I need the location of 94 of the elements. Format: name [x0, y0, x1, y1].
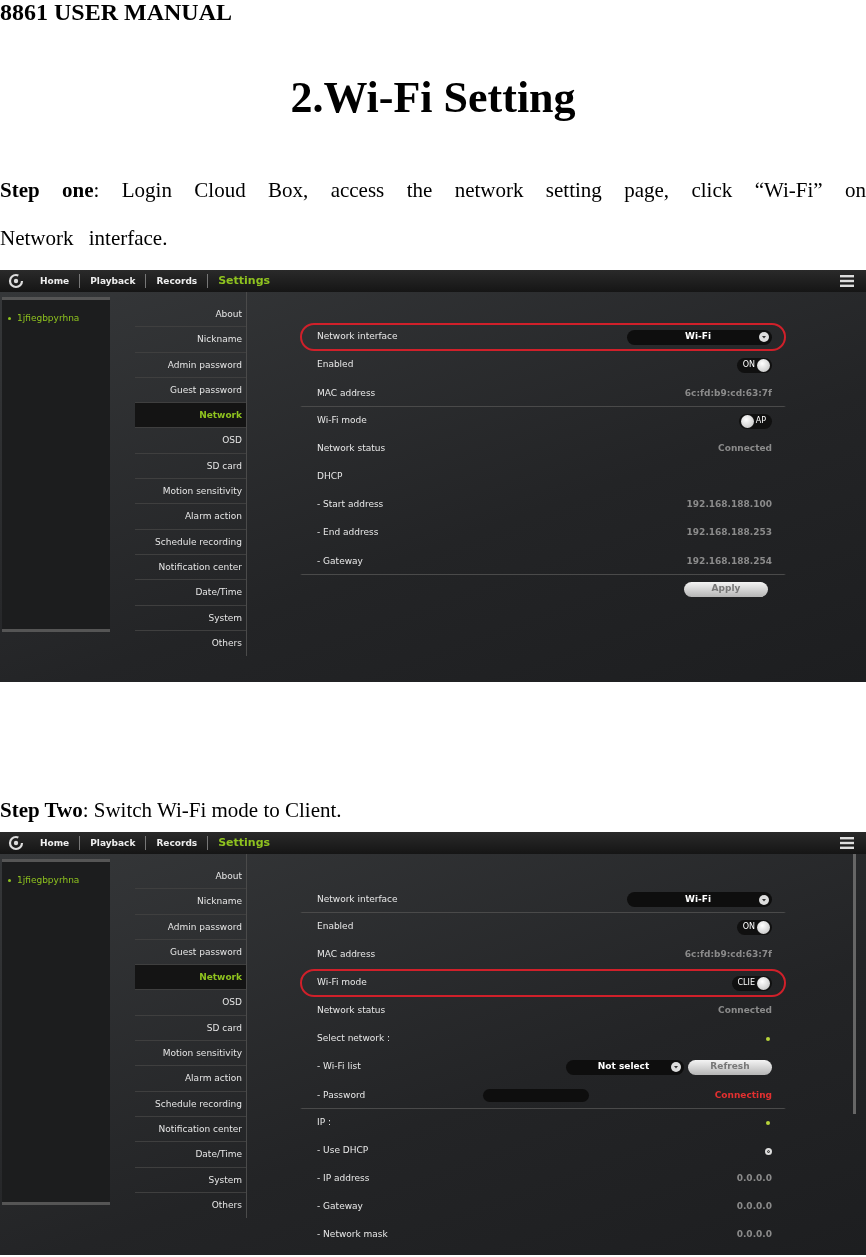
- settings-menu-item[interactable]: Others: [135, 630, 246, 657]
- caret-icon: [671, 1062, 681, 1072]
- settings-menu-item[interactable]: Nickname: [135, 327, 246, 353]
- device-name[interactable]: 1jfiegbpyrhna: [17, 312, 80, 326]
- setting-value: 0.0.0.0: [736, 1172, 772, 1186]
- setting-value: 192.168.188.254: [686, 554, 772, 568]
- nav-tab[interactable]: Settings: [208, 274, 281, 288]
- settings-menu-item[interactable]: Notification center: [135, 554, 246, 581]
- nav-tab[interactable]: Playback: [80, 836, 147, 850]
- setting-label: Wi-Fi mode: [317, 976, 367, 990]
- setting-value: 192.168.188.100: [686, 498, 772, 512]
- settings-menu-item[interactable]: Schedule recording: [135, 1091, 246, 1117]
- settings-menu-item[interactable]: Alarm action: [135, 504, 246, 530]
- setting-value: 6c:fd:b9:cd:63:7f: [684, 386, 772, 400]
- page-title: 2.Wi-Fi Setting: [289, 72, 577, 124]
- setting-label: - Gateway: [317, 554, 363, 568]
- settings-menu-item[interactable]: OSD: [135, 428, 246, 454]
- settings-menu-item[interactable]: Schedule recording: [135, 529, 246, 555]
- setting-label: - Wi-Fi list: [317, 1060, 361, 1074]
- menu-icon[interactable]: [840, 837, 854, 849]
- setting-label: DHCP: [317, 470, 343, 484]
- settings-menu-item[interactable]: Network: [135, 403, 246, 429]
- dropdown[interactable]: Not select: [566, 1059, 684, 1075]
- settings-menu-item[interactable]: Network: [135, 965, 246, 991]
- radio-button[interactable]: [765, 1147, 772, 1155]
- nav-tab[interactable]: Home: [30, 836, 81, 850]
- settings-menu-item[interactable]: SD card: [135, 1015, 246, 1042]
- setting-label: Enabled: [317, 358, 354, 372]
- connection-status: Connecting: [714, 1088, 772, 1102]
- status-dot: [766, 1121, 770, 1125]
- settings-menu-item[interactable]: Date/Time: [135, 580, 246, 606]
- setting-value: Connected: [718, 442, 772, 456]
- settings-menu-item[interactable]: Alarm action: [135, 1066, 246, 1092]
- status-dot: [8, 317, 11, 321]
- step-instruction: Step Two: Switch Wi-Fi mode to Client.: [0, 798, 343, 822]
- setting-label: Select network :: [317, 1032, 391, 1046]
- status-dot: [8, 879, 11, 883]
- logo-icon: [8, 835, 24, 851]
- setting-label: - Password: [317, 1088, 366, 1102]
- logo-icon: [8, 273, 24, 289]
- dropdown[interactable]: Wi-Fi: [627, 329, 772, 345]
- setting-label: - Start address: [317, 498, 384, 512]
- setting-label: - Gateway: [317, 1200, 363, 1214]
- caret-icon: [759, 332, 769, 342]
- setting-value: 192.168.188.253: [686, 526, 772, 540]
- setting-label: - End address: [317, 526, 379, 540]
- setting-label: Network interface: [317, 892, 398, 906]
- device-name[interactable]: 1jfiegbpyrhna: [17, 874, 80, 888]
- nav-tab[interactable]: Playback: [80, 274, 147, 288]
- settings-menu-item[interactable]: Nickname: [135, 889, 246, 915]
- toggle-switch[interactable]: CLIE: [731, 975, 772, 991]
- settings-menu-item[interactable]: SD card: [135, 453, 246, 480]
- settings-menu-item[interactable]: System: [135, 605, 246, 631]
- setting-label: IP :: [317, 1116, 331, 1130]
- setting-label: Wi-Fi mode: [317, 414, 367, 428]
- settings-menu-item[interactable]: Date/Time: [135, 1142, 246, 1168]
- menu-icon[interactable]: [840, 275, 854, 287]
- setting-label: Network interface: [317, 330, 398, 344]
- setting-value: 0.0.0.0: [736, 1228, 772, 1242]
- password-field[interactable]: [482, 1089, 589, 1102]
- scrollbar[interactable]: [853, 854, 856, 1114]
- nav-tab[interactable]: Records: [146, 274, 209, 288]
- setting-label: Network status: [317, 1004, 386, 1018]
- status-dot: [766, 1037, 770, 1041]
- settings-menu-item[interactable]: Admin password: [135, 352, 246, 378]
- setting-label: Enabled: [317, 920, 354, 934]
- dropdown[interactable]: Wi-Fi: [627, 892, 772, 907]
- settings-menu-item[interactable]: Motion sensitivity: [135, 1041, 246, 1067]
- settings-menu-item[interactable]: Admin password: [135, 914, 246, 940]
- setting-value: 0.0.0.0: [736, 1200, 772, 1214]
- setting-value: Connected: [718, 1004, 772, 1018]
- nav-tab[interactable]: Settings: [208, 836, 281, 850]
- setting-label: - Network mask: [317, 1228, 388, 1242]
- setting-label: Network status: [317, 442, 386, 456]
- manual-header: 8861 USER MANUAL: [0, 0, 233, 24]
- setting-label: - IP address: [317, 1172, 370, 1186]
- setting-value: 6c:fd:b9:cd:63:7f: [684, 948, 772, 962]
- settings-menu-item[interactable]: About: [135, 864, 246, 890]
- setting-label: MAC address: [317, 948, 376, 962]
- settings-menu-item[interactable]: System: [135, 1167, 246, 1193]
- toggle-switch[interactable]: AP: [738, 413, 772, 429]
- settings-menu-item[interactable]: Notification center: [135, 1116, 246, 1143]
- settings-menu-item[interactable]: About: [135, 302, 246, 328]
- settings-menu-item[interactable]: Motion sensitivity: [135, 479, 246, 505]
- nav-tab[interactable]: Records: [146, 836, 209, 850]
- toggle-switch[interactable]: ON: [736, 919, 772, 935]
- settings-menu-item[interactable]: OSD: [135, 990, 246, 1016]
- nav-tab[interactable]: Home: [30, 274, 81, 288]
- step-instruction: Step one: Login Cloud Box, access the network setting page, click “Wi-Fi” on Network interface.: [0, 177, 866, 252]
- settings-menu-item[interactable]: Others: [135, 1192, 246, 1219]
- setting-label: - Use DHCP: [317, 1144, 369, 1158]
- toggle-switch[interactable]: ON: [736, 357, 772, 373]
- setting-label: MAC address: [317, 386, 376, 400]
- caret-icon: [759, 894, 769, 905]
